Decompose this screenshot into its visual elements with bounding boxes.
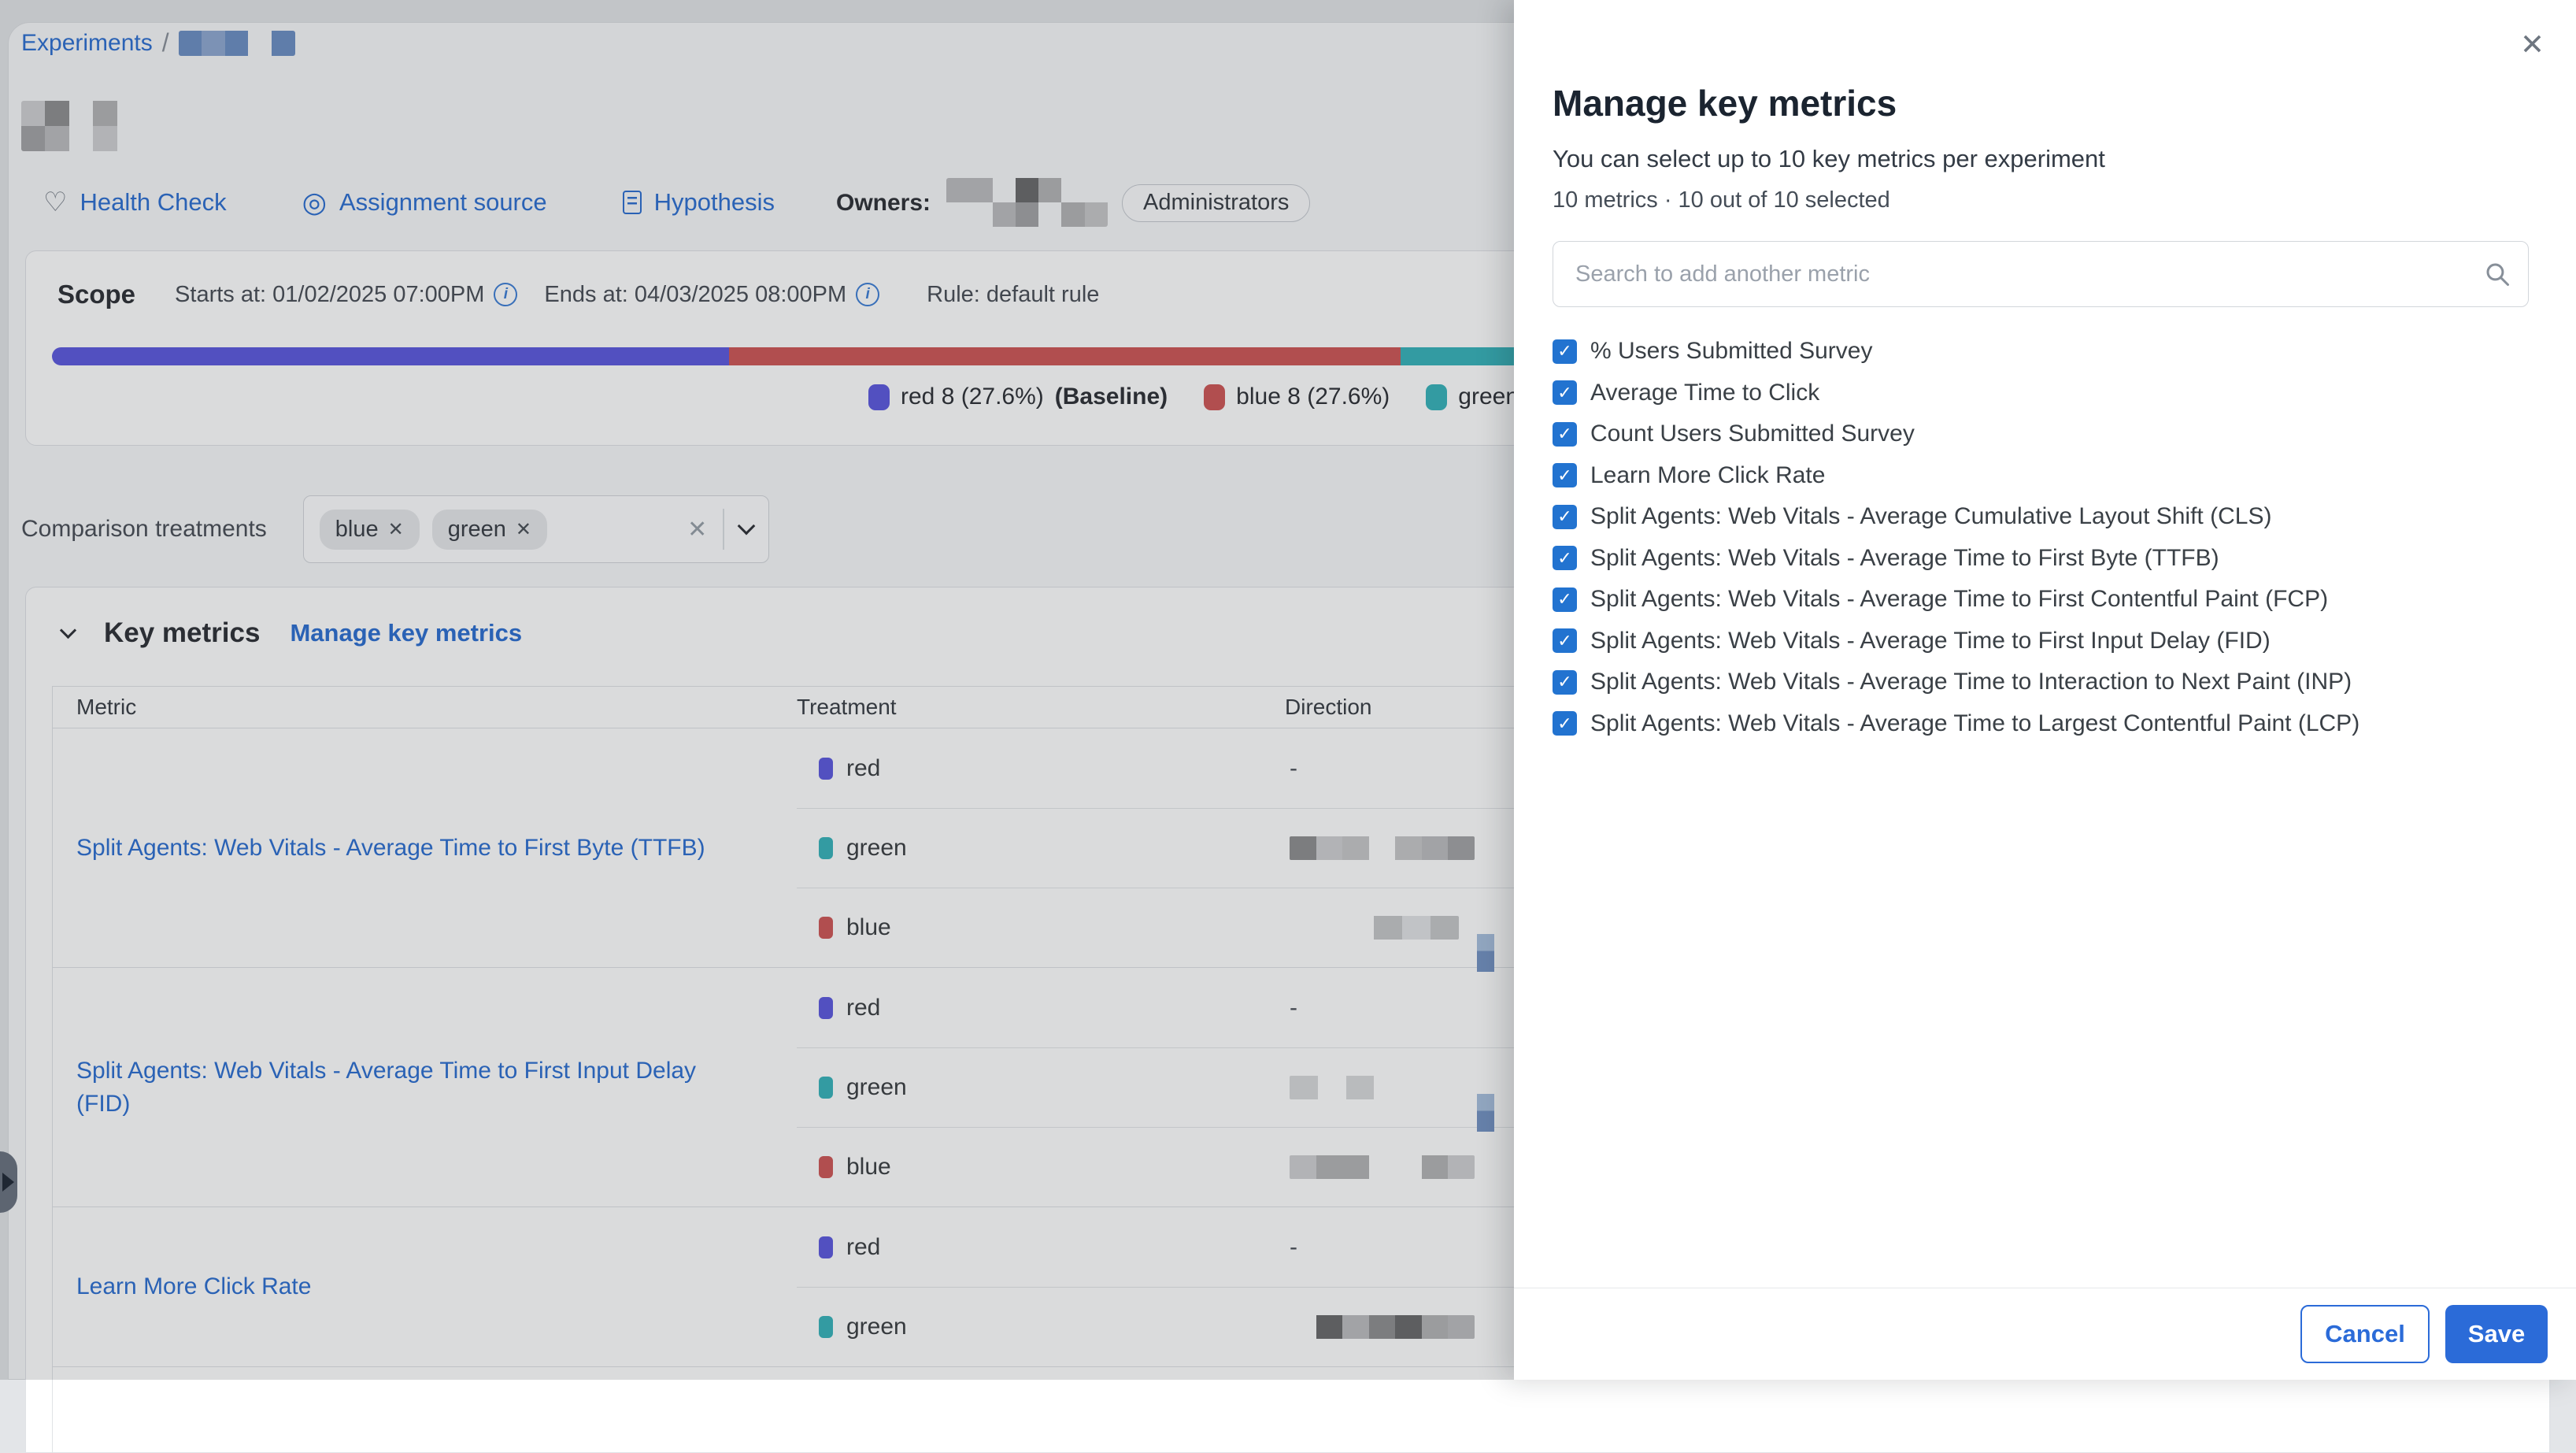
metric-item-label: Split Agents: Web Vitals - Average Cumul… xyxy=(1590,503,2271,530)
metric-search xyxy=(1553,241,2529,307)
metric-list-item[interactable]: ✓ Split Agents: Web Vitals - Average Time… xyxy=(1553,538,2552,580)
checkbox-checked[interactable]: ✓ xyxy=(1553,380,1577,405)
search-input[interactable] xyxy=(1553,241,2529,307)
metric-list-item[interactable]: ✓ Split Agents: Web Vitals - Average Time… xyxy=(1553,621,2552,662)
search-icon xyxy=(2483,260,2511,292)
panel-subtitle: You can select up to 10 key metrics per … xyxy=(1553,145,2105,173)
checkbox-checked[interactable]: ✓ xyxy=(1553,670,1577,695)
checkbox-checked[interactable]: ✓ xyxy=(1553,505,1577,529)
manage-key-metrics-panel: ✕ Manage key metrics You can select up t… xyxy=(1514,0,2576,1380)
cancel-button[interactable]: Cancel xyxy=(2300,1305,2430,1363)
metric-list-item[interactable]: ✓ % Users Submitted Survey xyxy=(1553,331,2552,373)
metric-list-item[interactable]: ✓ Split Agents: Web Vitals - Average Time… xyxy=(1553,703,2552,745)
close-icon[interactable]: ✕ xyxy=(2520,30,2545,59)
panel-title: Manage key metrics xyxy=(1553,82,1897,124)
metric-list-item[interactable]: ✓ Average Time to Click xyxy=(1553,373,2552,414)
metric-item-label: Split Agents: Web Vitals - Average Time … xyxy=(1590,628,2271,654)
metric-item-label: Split Agents: Web Vitals - Average Time … xyxy=(1590,586,2328,613)
metric-item-label: Average Time to Click xyxy=(1590,380,1819,406)
checkbox-checked[interactable]: ✓ xyxy=(1553,339,1577,364)
checkbox-checked[interactable]: ✓ xyxy=(1553,422,1577,447)
metric-item-label: Split Agents: Web Vitals - Average Time … xyxy=(1590,669,2352,695)
metrics-counter: 10 metrics · 10 out of 10 selected xyxy=(1553,187,1890,213)
checkbox-checked[interactable]: ✓ xyxy=(1553,628,1577,653)
metric-checkbox-list: ✓ % Users Submitted Survey ✓ Average Time t… xyxy=(1553,331,2552,744)
metric-item-label: Split Agents: Web Vitals - Average Time … xyxy=(1590,710,2359,737)
metric-list-item[interactable]: ✓ Split Agents: Web Vitals - Average Cumu… xyxy=(1553,496,2552,538)
checkbox-checked[interactable]: ✓ xyxy=(1553,463,1577,487)
metric-list-item[interactable]: ✓ Learn More Click Rate xyxy=(1553,455,2552,497)
checkbox-checked[interactable]: ✓ xyxy=(1553,711,1577,736)
metric-item-label: % Users Submitted Survey xyxy=(1590,338,1872,365)
metric-item-label: Split Agents: Web Vitals - Average Time … xyxy=(1590,545,2219,572)
checkbox-checked[interactable]: ✓ xyxy=(1553,546,1577,570)
metric-item-label: Count Users Submitted Survey xyxy=(1590,421,1915,447)
checkbox-checked[interactable]: ✓ xyxy=(1553,588,1577,612)
metric-list-item[interactable]: ✓ Count Users Submitted Survey xyxy=(1553,413,2552,455)
metric-list-item[interactable]: ✓ Split Agents: Web Vitals - Average Time… xyxy=(1553,662,2552,703)
save-button[interactable]: Save xyxy=(2445,1305,2548,1363)
panel-footer: Cancel Save xyxy=(1514,1288,2576,1380)
metric-item-label: Learn More Click Rate xyxy=(1590,462,1825,489)
metric-list-item[interactable]: ✓ Split Agents: Web Vitals - Average Time… xyxy=(1553,579,2552,621)
